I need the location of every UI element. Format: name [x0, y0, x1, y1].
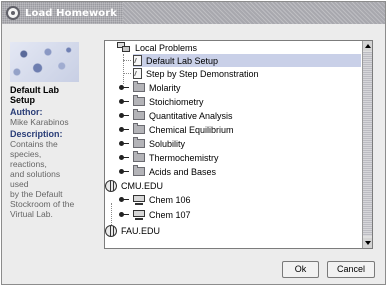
scroll-thumb[interactable]: [363, 52, 372, 236]
tree-guide: [123, 60, 131, 61]
tree-node-label: Thermochemistry: [149, 152, 219, 163]
folder-icon: [133, 137, 145, 148]
world-icon: [105, 224, 117, 237]
tree-node-label: Acids and Bases: [149, 166, 217, 177]
tree-node-label: FAU.EDU: [121, 225, 161, 236]
author-name: Mike Karabinos: [10, 117, 69, 127]
tree-node-label: Molarity: [149, 82, 181, 93]
title-bar[interactable]: Load Homework: [2, 2, 385, 24]
description-label: Description:: [10, 129, 63, 139]
tree-node-stoichiometry[interactable]: Stoichiometry: [119, 95, 204, 108]
tree-node-label: Local Problems: [135, 42, 198, 53]
cancel-button[interactable]: Cancel: [327, 261, 375, 278]
arrow-down-icon: [364, 241, 371, 245]
folder-icon: [133, 165, 145, 176]
expand-toggle-icon[interactable]: [119, 140, 129, 148]
tree-guide: [123, 73, 131, 74]
tree-node-chem-106[interactable]: Chem 106: [119, 193, 191, 206]
expand-toggle-icon[interactable]: [119, 154, 129, 162]
document-icon: [133, 68, 142, 79]
tree-node-default-lab-setup[interactable]: Default Lab Setup: [133, 54, 361, 67]
tree-node-molarity[interactable]: Molarity: [119, 81, 181, 94]
tree-node-label: Chem 107: [149, 209, 191, 220]
ok-button[interactable]: Ok: [282, 261, 319, 278]
problem-info-panel: Default Lab Setup Author: Mike Karabinos…: [10, 42, 79, 262]
tree-node-thermochemistry[interactable]: Thermochemistry: [119, 151, 219, 164]
title-bar-fill: [123, 2, 385, 24]
tree-node-step-by-step[interactable]: Step by Step Demonstration: [133, 67, 259, 80]
tree-node-label: Chemical Equilibrium: [149, 124, 234, 135]
description-text: Contains the species, reactions, and sol…: [10, 139, 79, 219]
tree-node-quantitative-analysis[interactable]: Quantitative Analysis: [119, 109, 233, 122]
description-line: species, reactions,: [10, 149, 47, 169]
author-label: Author:: [10, 107, 43, 117]
tree-node-label: Stoichiometry: [149, 96, 204, 107]
description-line: and solutions used: [10, 169, 61, 189]
tree-node-label: CMU.EDU: [121, 180, 163, 191]
monitor-icon: [133, 194, 145, 205]
tree-node-cmu-edu[interactable]: CMU.EDU: [105, 179, 163, 192]
expand-toggle-icon[interactable]: [119, 168, 129, 176]
tree-node-fau-edu[interactable]: FAU.EDU: [105, 224, 160, 237]
expand-toggle-icon[interactable]: [119, 84, 129, 92]
problem-thumbnail: [10, 42, 79, 82]
tree-node-local-problems[interactable]: Local Problems: [117, 41, 197, 54]
folder-icon: [133, 81, 145, 92]
tree-scrollbar[interactable]: [362, 41, 372, 248]
expand-toggle-icon[interactable]: [119, 196, 129, 204]
scroll-down-button[interactable]: [363, 238, 372, 248]
arrow-up-icon: [364, 44, 371, 48]
tree-node-chemical-equilibrium[interactable]: Chemical Equilibrium: [119, 123, 234, 136]
problem-tree[interactable]: Local Problems Default Lab Setup Step by…: [104, 40, 373, 249]
folder-icon: [133, 151, 145, 162]
problem-title: Default Lab Setup: [10, 85, 60, 105]
document-icon: [133, 55, 142, 66]
app-icon: [6, 6, 20, 20]
tree-node-chem-107[interactable]: Chem 107: [119, 208, 191, 221]
folder-icon: [133, 109, 145, 120]
window-title: Load Homework: [25, 7, 118, 19]
description-line: by the Default: [10, 189, 63, 199]
tree-node-label: Step by Step Demonstration: [146, 68, 259, 79]
scroll-up-button[interactable]: [363, 41, 372, 51]
description-line: Virtual Lab.: [10, 209, 53, 219]
tree-guide: [123, 54, 124, 84]
expand-toggle-icon[interactable]: [119, 98, 129, 106]
expand-toggle-icon[interactable]: [119, 112, 129, 120]
description-line: Contains the: [10, 139, 58, 149]
folder-icon: [133, 95, 145, 106]
tree-node-label: Solubility: [149, 138, 186, 149]
expand-toggle-icon[interactable]: [119, 211, 129, 219]
expand-toggle-icon[interactable]: [119, 126, 129, 134]
network-icon: [117, 42, 131, 53]
description-line: Stockroom of the: [10, 199, 75, 209]
tree-node-label: Quantitative Analysis: [149, 110, 233, 121]
monitor-icon: [133, 209, 145, 220]
tree-node-label: Default Lab Setup: [146, 55, 219, 66]
load-homework-dialog: Load Homework Default Lab Setup Author: …: [1, 1, 386, 285]
tree-node-acids-and-bases[interactable]: Acids and Bases: [119, 165, 216, 178]
folder-icon: [133, 123, 145, 134]
tree-node-label: Chem 106: [149, 194, 191, 205]
tree-node-solubility[interactable]: Solubility: [119, 137, 185, 150]
world-icon: [105, 179, 117, 192]
